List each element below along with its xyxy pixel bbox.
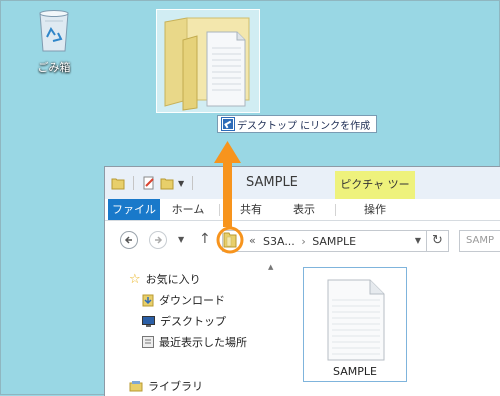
- drag-arrow-icon: [214, 141, 241, 227]
- annotation-overlay: [214, 141, 244, 254]
- address-folder-icon[interactable]: [223, 232, 237, 248]
